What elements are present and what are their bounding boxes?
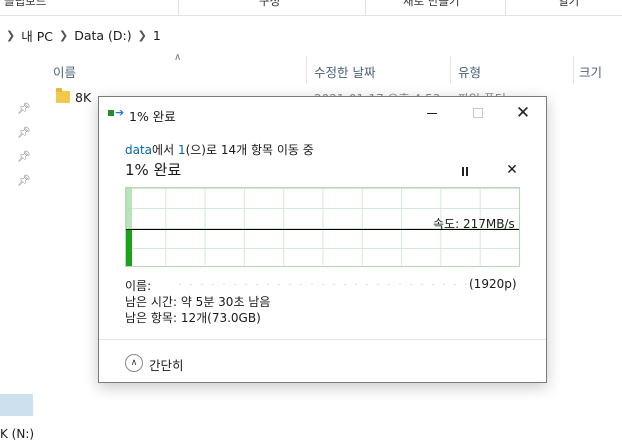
- ribbon-group-clipboard: 클립보드: [4, 0, 47, 8]
- breadcrumb-data-drive[interactable]: Data (D:): [74, 28, 131, 43]
- ribbon-group-new: 새로 만들기: [403, 0, 460, 8]
- ribbon-group-organize: 구성: [259, 0, 281, 8]
- pin-icon[interactable]: 📌︎: [17, 102, 31, 115]
- column-header-modified[interactable]: 수정한 날짜: [314, 62, 375, 81]
- redacted-filename: [179, 284, 474, 285]
- ribbon-divider: [505, 0, 506, 16]
- column-header-type[interactable]: 유형: [458, 62, 481, 81]
- close-icon: ✕: [515, 102, 531, 123]
- maximize-button[interactable]: [455, 97, 501, 129]
- folder-icon: [56, 88, 70, 103]
- pause-icon: [462, 166, 464, 176]
- nav-item-drive-n[interactable]: K (N:): [0, 427, 34, 441]
- column-headers: ∧ 이름 수정한 날짜 유형 크기: [40, 52, 622, 84]
- address-bar[interactable]: ❯ 내 PC ❯ Data (D:) ❯ 1: [0, 22, 622, 48]
- ribbon-divider: [365, 0, 366, 16]
- column-divider[interactable]: [450, 56, 451, 84]
- ribbon-group-open: 열기: [558, 0, 580, 8]
- pin-icon[interactable]: 📌︎: [17, 174, 31, 187]
- dialog-title: 1% 완료: [129, 109, 176, 124]
- column-header-name[interactable]: 이름: [53, 62, 76, 81]
- chevron-right-icon: ❯: [6, 28, 16, 42]
- move-progress-dialog: ➔ 1% 완료 ✕ data에서 1(으)로 14개 항목 이동 중 1% 완료…: [98, 96, 547, 383]
- dialog-footer: ∧ 간단히: [99, 339, 546, 382]
- items-remaining: 남은 항목: 12개(73.0GB): [125, 311, 261, 325]
- ribbon-divider: [178, 0, 179, 16]
- subline-text: 에서: [152, 143, 178, 157]
- nav-selected-item[interactable]: [0, 394, 33, 416]
- maximize-icon: [473, 108, 483, 118]
- destination-folder-link[interactable]: 1: [178, 143, 186, 157]
- column-divider[interactable]: [306, 56, 307, 84]
- collapse-label[interactable]: 간단히: [149, 355, 184, 374]
- cancel-button[interactable]: ✕: [502, 160, 522, 180]
- breadcrumb-this-pc[interactable]: 내 PC: [21, 26, 53, 45]
- sort-ascending-icon: ∧: [174, 52, 182, 63]
- current-item-name: (1920p): [469, 277, 517, 291]
- source-folder-link[interactable]: data: [125, 143, 152, 157]
- pause-button[interactable]: [455, 163, 475, 179]
- ribbon-group-labels: 클립보드 구성 새로 만들기 열기: [0, 0, 622, 16]
- speed-bar: [126, 230, 132, 266]
- minimize-button[interactable]: [409, 97, 455, 129]
- progress-heading: 1% 완료: [125, 161, 182, 179]
- column-divider[interactable]: [573, 56, 574, 84]
- collapse-button[interactable]: ∧: [125, 354, 143, 372]
- chevron-right-icon[interactable]: ❯: [59, 29, 68, 42]
- cancel-icon: ✕: [506, 162, 518, 178]
- current-item-label: 이름:: [125, 279, 152, 293]
- file-move-icon: ➔: [108, 107, 124, 120]
- subline-text: (으)로 14개 항목 이동 중: [185, 143, 314, 157]
- navigation-pane: 📌︎ 📌︎ 📌︎ 📌︎ K (N:): [0, 52, 40, 445]
- pin-icon[interactable]: 📌︎: [17, 150, 31, 163]
- chevron-right-icon[interactable]: ❯: [138, 29, 147, 42]
- pin-icon[interactable]: 📌︎: [17, 126, 31, 139]
- operation-description: data에서 1(으)로 14개 항목 이동 중: [125, 141, 314, 158]
- dialog-titlebar[interactable]: ➔ 1% 완료 ✕: [99, 97, 546, 129]
- transfer-speed: 속도: 217MB/s: [433, 217, 515, 231]
- close-button[interactable]: ✕: [500, 97, 546, 129]
- column-header-size[interactable]: 크기: [579, 62, 602, 81]
- file-name: 8K: [75, 90, 92, 105]
- chevron-up-icon: ∧: [130, 358, 138, 368]
- time-remaining: 남은 시간: 약 5분 30초 남음: [125, 295, 271, 309]
- breadcrumb-folder-1[interactable]: 1: [153, 28, 161, 43]
- minimize-icon: [427, 112, 437, 114]
- pause-icon: [466, 166, 468, 176]
